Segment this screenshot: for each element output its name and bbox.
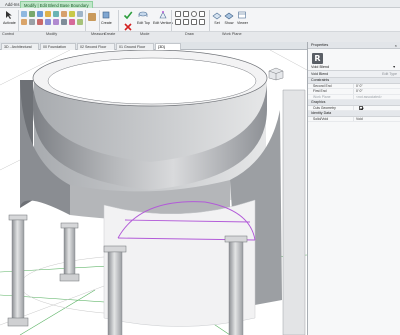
view-tab-second-floor[interactable]: 02 Second Floor: [77, 43, 115, 50]
rotate-icon[interactable]: [53, 11, 59, 17]
scale-icon[interactable]: [69, 11, 75, 17]
view-tab-ground-floor[interactable]: 01 Ground Floor: [116, 43, 154, 50]
type-dropdown[interactable]: Void Blend ▾: [311, 64, 397, 70]
ring-wall-opening: [47, 57, 257, 105]
show-label: Show: [224, 21, 234, 25]
unpin-icon[interactable]: [77, 19, 83, 25]
arc-tool-icon[interactable]: [175, 19, 181, 25]
property-name: Solid/Void: [313, 116, 329, 121]
line-tool-icon[interactable]: [175, 11, 181, 17]
ribbon: Activate Create Edit Top Edit Vertices S…: [0, 8, 400, 42]
properties-title-bar: Properties ×: [308, 42, 400, 49]
3d-viewport[interactable]: [0, 50, 307, 335]
right-cylinder-wall: [282, 89, 306, 335]
ellipse-tool-icon[interactable]: [191, 19, 197, 25]
property-name: Second End: [313, 83, 332, 88]
panel-label-draw: Draw: [185, 32, 194, 36]
paste-icon[interactable]: [21, 11, 27, 17]
ribbon-tab-bar: Add-Ins Modify | Edit Blend Base Boundar…: [0, 0, 400, 8]
cut-icon[interactable]: [21, 19, 27, 25]
delete-icon[interactable]: [69, 19, 75, 25]
close-icon[interactable]: ×: [395, 42, 397, 49]
activate-label: Activate: [3, 21, 16, 25]
type-name: Void Blend: [311, 65, 330, 69]
tab-modify-edit-blend-base-boundary[interactable]: Modify | Edit Blend Base Boundary: [20, 1, 93, 8]
edit-vertices-icon: [158, 10, 168, 20]
panel-label-create: Create: [104, 32, 116, 36]
property-value[interactable]: [353, 105, 400, 110]
activate-button[interactable]: Activate: [3, 10, 16, 25]
view-tab-bar: 3D - Architectural 00 Foundation 02 Seco…: [0, 42, 307, 50]
viewcube[interactable]: [268, 67, 284, 81]
set-label: Set: [214, 21, 220, 25]
edit-vertices-button[interactable]: Edit Vertices: [153, 10, 173, 25]
set-work-plane-button[interactable]: Set: [212, 10, 222, 25]
ribbon-panel-labels: [0, 31, 400, 42]
join-icon[interactable]: [29, 11, 35, 17]
split-icon[interactable]: [61, 11, 67, 17]
offset-icon[interactable]: [37, 11, 43, 17]
pick-lines-icon[interactable]: [199, 19, 205, 25]
view-tab-3d-architectural[interactable]: 3D - Architectural: [1, 43, 39, 50]
family-type-icon: R: [312, 53, 323, 64]
spline-tool-icon[interactable]: [183, 19, 189, 25]
view-tab-3d[interactable]: {3D}: [155, 43, 181, 50]
move-icon[interactable]: [45, 11, 51, 17]
align-icon[interactable]: [29, 19, 35, 25]
edit-top-label: Edit Top: [137, 21, 150, 25]
edit-top-icon: [138, 10, 148, 20]
checkmark-icon: [123, 10, 133, 20]
chevron-down-icon: ▾: [393, 65, 395, 69]
instance-filter[interactable]: Void Blend: [311, 71, 328, 78]
create-icon: [101, 10, 111, 20]
viewer-label: Viewer: [237, 21, 248, 25]
rectangle-tool-icon[interactable]: [183, 11, 189, 17]
edit-top-button[interactable]: Edit Top: [137, 10, 150, 25]
property-name: Work Plane: [313, 94, 331, 99]
copy-icon[interactable]: [45, 19, 51, 25]
trim-icon[interactable]: [53, 19, 59, 25]
create-label: Create: [101, 21, 112, 25]
properties-title: Properties: [311, 43, 329, 47]
circle-tool-icon[interactable]: [191, 11, 197, 17]
show-work-plane-button[interactable]: Show: [224, 10, 234, 25]
checkbox-checked-icon[interactable]: [359, 106, 363, 110]
property-value[interactable]: Void: [353, 116, 400, 121]
instance-filter-row: Void Blend Edit Type: [308, 71, 400, 78]
viewer-button[interactable]: Viewer: [237, 10, 248, 25]
panel-label-modify: Modify: [46, 32, 58, 36]
edit-type-button[interactable]: Edit Type: [382, 71, 397, 78]
model-drawing: [0, 50, 307, 335]
array-icon[interactable]: [61, 19, 67, 25]
panel-label-control: Control: [2, 32, 15, 36]
property-value[interactable]: 0' 0": [353, 83, 400, 88]
property-row-solid-void[interactable]: Solid/Void Void: [308, 116, 400, 122]
view-tab-foundation[interactable]: 00 Foundation: [40, 43, 76, 50]
edit-vertices-label: Edit Vertices: [153, 21, 173, 25]
pin-icon[interactable]: [77, 11, 83, 17]
polygon-tool-icon[interactable]: [199, 11, 205, 17]
property-name: First End: [313, 89, 327, 93]
column-2: [59, 222, 80, 282]
property-value[interactable]: 0' 0": [353, 89, 400, 94]
create-button[interactable]: Create: [101, 10, 112, 25]
measure-icon[interactable]: [88, 13, 96, 21]
finish-edit-mode-button[interactable]: [123, 10, 133, 20]
viewer-icon: [237, 10, 247, 20]
modify-arrow-icon: [4, 10, 14, 20]
type-selector[interactable]: R Void Blend ▾: [308, 49, 400, 71]
properties-palette: Properties × R Void Blend ▾ Void Blend E…: [307, 42, 400, 335]
mirror-icon[interactable]: [37, 19, 43, 25]
property-name: Cuts Geometry: [313, 105, 336, 110]
property-value: <not associated>: [353, 94, 400, 99]
set-plane-icon: [212, 10, 222, 20]
show-plane-icon: [224, 10, 234, 20]
panel-label-work-plane: Work Plane: [222, 32, 242, 36]
panel-label-mode: Mode: [140, 32, 150, 36]
